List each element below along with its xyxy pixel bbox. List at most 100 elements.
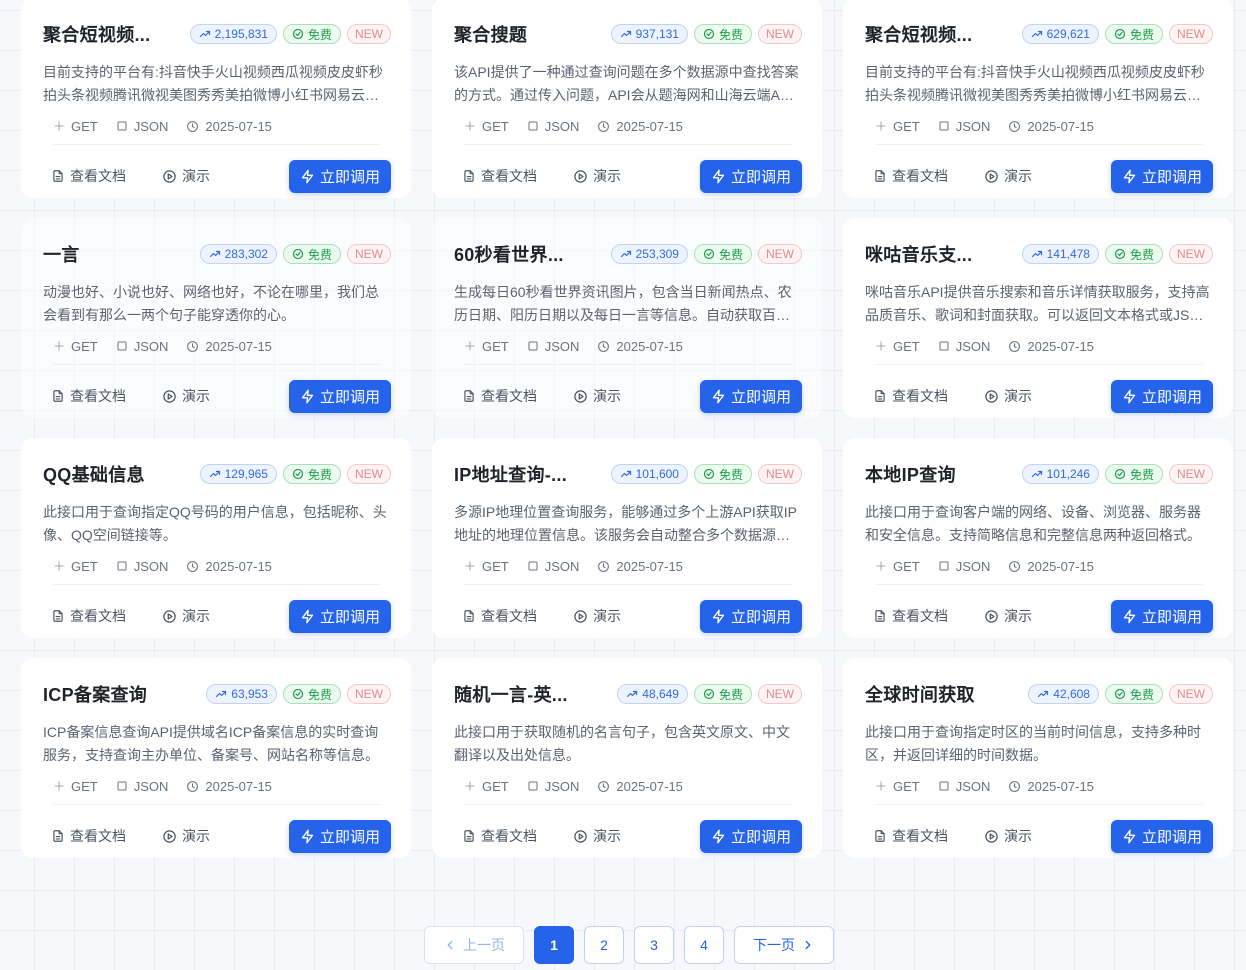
call-now-button[interactable]: 立即调用 bbox=[289, 599, 391, 633]
document-icon bbox=[464, 610, 474, 622]
document-icon bbox=[464, 390, 474, 402]
view-docs-button[interactable]: 查看文档 bbox=[865, 600, 956, 632]
free-badge: 免费 bbox=[693, 464, 752, 484]
view-docs-label: 查看文档 bbox=[70, 608, 126, 624]
view-docs-button[interactable]: 查看文档 bbox=[43, 380, 134, 412]
call-count-badge: 283,302 bbox=[199, 244, 277, 264]
response-format-label: JSON bbox=[544, 558, 580, 574]
trending-up-icon bbox=[1031, 250, 1042, 258]
response-format-label: JSON bbox=[955, 118, 991, 134]
prev-page-button[interactable]: 上一页 bbox=[424, 926, 524, 964]
play-circle-icon bbox=[163, 389, 176, 403]
document-icon bbox=[53, 830, 63, 842]
clock-icon bbox=[187, 560, 199, 572]
demo-button[interactable]: 演示 bbox=[976, 820, 1040, 852]
view-docs-button[interactable]: 查看文档 bbox=[454, 600, 545, 632]
call-count-badge: 141,478 bbox=[1021, 244, 1099, 264]
view-docs-label: 查看文档 bbox=[892, 168, 948, 184]
api-title[interactable]: 随机一言-英... bbox=[454, 681, 617, 707]
trending-up-icon bbox=[216, 690, 227, 698]
update-date-value: 2025-07-15 bbox=[205, 338, 272, 354]
free-badge: 免费 bbox=[1104, 684, 1163, 704]
call-now-button[interactable]: 立即调用 bbox=[289, 379, 391, 413]
free-label: 免费 bbox=[1129, 467, 1154, 482]
demo-button[interactable]: 演示 bbox=[154, 380, 218, 412]
demo-button[interactable]: 演示 bbox=[154, 600, 218, 632]
api-title[interactable]: 聚合短视频... bbox=[43, 21, 190, 47]
view-docs-button[interactable]: 查看文档 bbox=[43, 600, 134, 632]
api-title[interactable]: 聚合搜题 bbox=[454, 21, 611, 47]
call-now-button[interactable]: 立即调用 bbox=[700, 819, 802, 853]
api-title[interactable]: 聚合短视频... bbox=[865, 21, 1022, 47]
api-title[interactable]: 一言 bbox=[43, 241, 200, 267]
api-title[interactable]: 全球时间获取 bbox=[865, 681, 1028, 707]
view-docs-button[interactable]: 查看文档 bbox=[865, 160, 956, 192]
http-method: GET bbox=[464, 779, 509, 794]
new-badge: NEW bbox=[1169, 244, 1213, 264]
view-docs-button[interactable]: 查看文档 bbox=[454, 820, 545, 852]
check-circle-icon bbox=[1114, 28, 1126, 40]
new-badge: NEW bbox=[758, 24, 802, 44]
api-description: 咪咕音乐API提供音乐搜索和音乐详情获取服务，支持高品质音乐、歌词和封面获取。可… bbox=[865, 284, 1211, 323]
plus-icon bbox=[465, 561, 475, 571]
document-icon bbox=[53, 390, 63, 402]
call-count-badge: 42,608 bbox=[1028, 684, 1099, 704]
http-method-label: GET bbox=[71, 778, 98, 794]
api-title[interactable]: 60秒看世界... bbox=[454, 241, 611, 267]
http-method-label: GET bbox=[893, 558, 920, 574]
http-method-label: GET bbox=[71, 558, 98, 574]
call-now-button[interactable]: 立即调用 bbox=[1111, 819, 1213, 853]
call-now-label: 立即调用 bbox=[1141, 168, 1202, 186]
view-docs-button[interactable]: 查看文档 bbox=[865, 380, 956, 412]
view-docs-button[interactable]: 查看文档 bbox=[454, 380, 545, 412]
call-now-label: 立即调用 bbox=[319, 388, 380, 406]
demo-button[interactable]: 演示 bbox=[565, 160, 629, 192]
lightning-icon bbox=[1123, 169, 1136, 183]
call-count-value: 629,621 bbox=[1046, 27, 1090, 41]
demo-button[interactable]: 演示 bbox=[976, 160, 1040, 192]
demo-button[interactable]: 演示 bbox=[154, 160, 218, 192]
page-2-button[interactable]: 2 bbox=[584, 926, 624, 964]
call-now-button[interactable]: 立即调用 bbox=[1111, 599, 1213, 633]
api-title[interactable]: 咪咕音乐支... bbox=[865, 241, 1022, 267]
update-date-value: 2025-07-15 bbox=[1027, 118, 1094, 134]
api-card: 随机一言-英... 48,649 免费 NEW 此接口用于获取随机的名言句子，包… bbox=[432, 658, 822, 858]
demo-button[interactable]: 演示 bbox=[565, 600, 629, 632]
page-3-button[interactable]: 3 bbox=[634, 926, 674, 964]
call-now-button[interactable]: 立即调用 bbox=[700, 599, 802, 633]
call-count-value: 129,965 bbox=[224, 467, 268, 481]
call-now-button[interactable]: 立即调用 bbox=[289, 159, 391, 193]
response-format: JSON bbox=[938, 559, 990, 574]
call-now-label: 立即调用 bbox=[730, 388, 791, 406]
document-icon bbox=[53, 610, 63, 622]
trending-up-icon bbox=[209, 250, 220, 258]
view-docs-button[interactable]: 查看文档 bbox=[43, 820, 134, 852]
api-title[interactable]: IP地址查询-... bbox=[454, 461, 611, 487]
new-badge: NEW bbox=[758, 244, 802, 264]
view-docs-button[interactable]: 查看文档 bbox=[43, 160, 134, 192]
view-docs-button[interactable]: 查看文档 bbox=[865, 820, 956, 852]
next-page-button[interactable]: 下一页 bbox=[734, 926, 834, 964]
page-1-button[interactable]: 1 bbox=[534, 926, 574, 964]
card-divider bbox=[464, 584, 792, 585]
view-docs-button[interactable]: 查看文档 bbox=[454, 160, 545, 192]
call-now-button[interactable]: 立即调用 bbox=[700, 159, 802, 193]
call-now-button[interactable]: 立即调用 bbox=[700, 379, 802, 413]
api-title[interactable]: QQ基础信息 bbox=[43, 461, 200, 487]
response-format: JSON bbox=[938, 118, 991, 134]
square-icon bbox=[939, 561, 949, 571]
demo-button[interactable]: 演示 bbox=[976, 380, 1040, 412]
api-title[interactable]: 本地IP查询 bbox=[865, 461, 1022, 487]
demo-button[interactable]: 演示 bbox=[565, 380, 629, 412]
demo-button[interactable]: 演示 bbox=[976, 600, 1040, 632]
call-now-button[interactable]: 立即调用 bbox=[289, 819, 391, 853]
demo-button[interactable]: 演示 bbox=[154, 820, 218, 852]
http-method: GET bbox=[53, 559, 98, 574]
demo-button[interactable]: 演示 bbox=[565, 820, 629, 852]
call-now-label: 立即调用 bbox=[1141, 828, 1202, 846]
call-now-button[interactable]: 立即调用 bbox=[1111, 379, 1213, 413]
api-description: 多源IP地理位置查询服务，能够通过多个上游API获取IP地址的地理位置信息。该服… bbox=[454, 504, 798, 543]
page-4-button[interactable]: 4 bbox=[684, 926, 724, 964]
api-title[interactable]: ICP备案查询 bbox=[43, 681, 206, 707]
call-now-button[interactable]: 立即调用 bbox=[1111, 159, 1213, 193]
